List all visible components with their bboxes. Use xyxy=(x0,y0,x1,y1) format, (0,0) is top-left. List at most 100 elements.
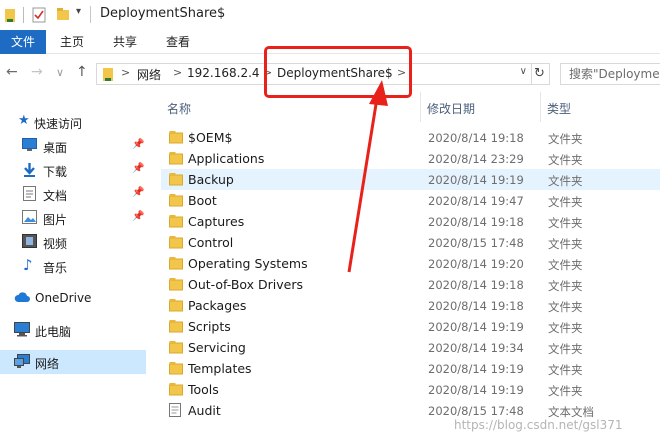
address-history-dropdown[interactable]: ∨ xyxy=(520,66,527,77)
column-header-date[interactable]: 修改日期 xyxy=(427,100,475,117)
file-name: Operating Systems xyxy=(188,256,308,271)
recent-dropdown-icon[interactable]: ∨ xyxy=(56,66,64,79)
pin-icon[interactable]: 📌 xyxy=(132,139,144,150)
sidebar-item-onedrive[interactable]: OneDrive xyxy=(0,286,146,310)
tab-file[interactable]: 文件 xyxy=(0,30,46,54)
file-name: Tools xyxy=(188,382,219,397)
file-row[interactable]: $OEM$ 2020/8/14 19:18 文件夹 xyxy=(161,127,660,148)
breadcrumb-host[interactable]: 192.168.2.4 xyxy=(187,66,260,80)
file-row[interactable]: Operating Systems 2020/8/14 19:20 文件夹 xyxy=(161,253,660,274)
tab-home[interactable]: 主页 xyxy=(52,30,92,54)
video-icon xyxy=(22,234,37,248)
file-modified-date: 2020/8/14 19:18 xyxy=(428,299,524,313)
sidebar-item-music[interactable]: ♪ 音乐 xyxy=(0,254,146,278)
file-modified-date: 2020/8/14 23:29 xyxy=(428,152,524,166)
pin-icon[interactable]: 📌 xyxy=(132,163,144,174)
column-divider[interactable] xyxy=(540,92,541,122)
navigation-bar: ← → ∨ ↑ > 网络 > 192.168.2.4 > DeploymentS… xyxy=(0,54,660,92)
file-row[interactable]: Packages 2020/8/14 19:18 文件夹 xyxy=(161,295,660,316)
breadcrumb-network[interactable]: 网络 xyxy=(137,66,161,83)
location-folder-icon xyxy=(103,68,113,81)
file-modified-date: 2020/8/14 19:19 xyxy=(428,362,524,376)
file-type: 文件夹 xyxy=(548,153,583,167)
folder-icon[interactable] xyxy=(4,7,16,23)
new-folder-icon[interactable] xyxy=(56,7,70,21)
file-name: Boot xyxy=(188,193,217,208)
sidebar-label: OneDrive xyxy=(35,291,92,305)
file-modified-date: 2020/8/14 19:47 xyxy=(428,194,524,208)
file-row[interactable]: Captures 2020/8/14 19:18 文件夹 xyxy=(161,211,660,232)
file-row[interactable]: Control 2020/8/15 17:48 文件夹 xyxy=(161,232,660,253)
pictures-icon xyxy=(22,210,37,224)
folder-icon xyxy=(169,235,183,252)
file-type: 文件夹 xyxy=(548,174,583,188)
sidebar-item-downloads[interactable]: 下载 📌 xyxy=(0,158,146,182)
breadcrumb-separator[interactable]: > xyxy=(397,66,406,79)
properties-icon[interactable] xyxy=(32,7,46,23)
customize-toolbar-icon[interactable]: ▾ xyxy=(76,6,81,17)
folder-icon xyxy=(169,130,183,147)
breadcrumb-share[interactable]: DeploymentShare$ xyxy=(277,66,393,80)
breadcrumb-separator[interactable]: > xyxy=(263,66,272,79)
back-button[interactable]: ← xyxy=(6,64,18,80)
file-name: Scripts xyxy=(188,319,231,334)
file-row[interactable]: Servicing 2020/8/14 19:34 文件夹 xyxy=(161,337,660,358)
folder-icon xyxy=(169,382,183,399)
folder-icon xyxy=(169,151,183,168)
file-type: 文件夹 xyxy=(548,279,583,293)
file-name: Captures xyxy=(188,214,245,229)
file-name: Templates xyxy=(188,361,252,376)
sidebar-label: 桌面 xyxy=(43,141,68,155)
sidebar-item-this-pc[interactable]: 此电脑 xyxy=(0,318,146,342)
file-type: 文件夹 xyxy=(548,384,583,398)
sidebar-item-documents[interactable]: 文档 📌 xyxy=(0,182,146,206)
computer-icon xyxy=(14,322,30,337)
sidebar-label: 此电脑 xyxy=(35,325,72,339)
file-name: Control xyxy=(188,235,234,250)
file-type: 文件夹 xyxy=(548,237,583,251)
sidebar-label: 文档 xyxy=(43,189,68,203)
file-row[interactable]: Templates 2020/8/14 19:19 文件夹 xyxy=(161,358,660,379)
folder-icon xyxy=(169,256,183,273)
file-type: 文件夹 xyxy=(548,321,583,335)
pin-icon[interactable]: 📌 xyxy=(132,187,144,198)
file-list: 名称 修改日期 类型 $OEM$ 2020/8/14 19:18 文件夹 Applic… xyxy=(156,92,660,447)
file-name: $OEM$ xyxy=(188,130,233,145)
navigation-pane: ★ 快速访问 桌面 📌 下载 📌 文档 📌 图片 📌 视频 ♪ 音乐 OneDr… xyxy=(0,92,156,447)
search-input[interactable]: 搜索"DeploymentShare$" xyxy=(560,63,660,85)
file-row[interactable]: Boot 2020/8/14 19:47 文件夹 xyxy=(161,190,660,211)
sidebar-item-videos[interactable]: 视频 xyxy=(0,230,146,254)
folder-icon xyxy=(169,361,183,378)
file-modified-date: 2020/8/15 17:48 xyxy=(428,236,524,250)
sidebar-item-network[interactable]: 网络 xyxy=(0,350,146,374)
file-row[interactable]: Applications 2020/8/14 23:29 文件夹 xyxy=(161,148,660,169)
refresh-button[interactable]: ↻ xyxy=(530,63,550,85)
sidebar-item-quick-access[interactable]: ★ 快速访问 xyxy=(0,110,146,134)
tab-view[interactable]: 查看 xyxy=(158,30,198,54)
file-name: Out-of-Box Drivers xyxy=(188,277,304,292)
forward-button[interactable]: → xyxy=(31,64,43,80)
column-header-name[interactable]: 名称 xyxy=(167,100,191,117)
pin-icon[interactable]: 📌 xyxy=(132,211,144,222)
file-row[interactable]: Scripts 2020/8/14 19:19 文件夹 xyxy=(161,316,660,337)
sidebar-item-pictures[interactable]: 图片 📌 xyxy=(0,206,146,230)
file-row[interactable]: Backup 2020/8/14 19:19 文件夹 xyxy=(161,169,660,190)
sidebar-label: 音乐 xyxy=(43,261,68,275)
file-type: 文件夹 xyxy=(548,258,583,272)
file-row[interactable]: Out-of-Box Drivers 2020/8/14 19:18 文件夹 xyxy=(161,274,660,295)
breadcrumb-separator[interactable]: > xyxy=(121,66,130,79)
file-type: 文件夹 xyxy=(548,342,583,356)
address-bar[interactable]: > 网络 > 192.168.2.4 > DeploymentShare$ > … xyxy=(96,63,532,85)
divider-icon xyxy=(23,7,24,23)
tab-share[interactable]: 共享 xyxy=(105,30,145,54)
title-bar: ▾ DeploymentShare$ xyxy=(0,0,660,30)
breadcrumb-separator[interactable]: > xyxy=(173,66,182,79)
download-icon xyxy=(24,163,35,177)
file-row[interactable]: Tools 2020/8/14 19:19 文件夹 xyxy=(161,379,660,400)
folder-icon xyxy=(169,214,183,231)
column-header-type[interactable]: 类型 xyxy=(547,100,571,117)
folder-icon xyxy=(169,172,183,189)
up-button[interactable]: ↑ xyxy=(76,64,88,80)
sidebar-item-desktop[interactable]: 桌面 📌 xyxy=(0,134,146,158)
column-divider[interactable] xyxy=(420,92,421,122)
